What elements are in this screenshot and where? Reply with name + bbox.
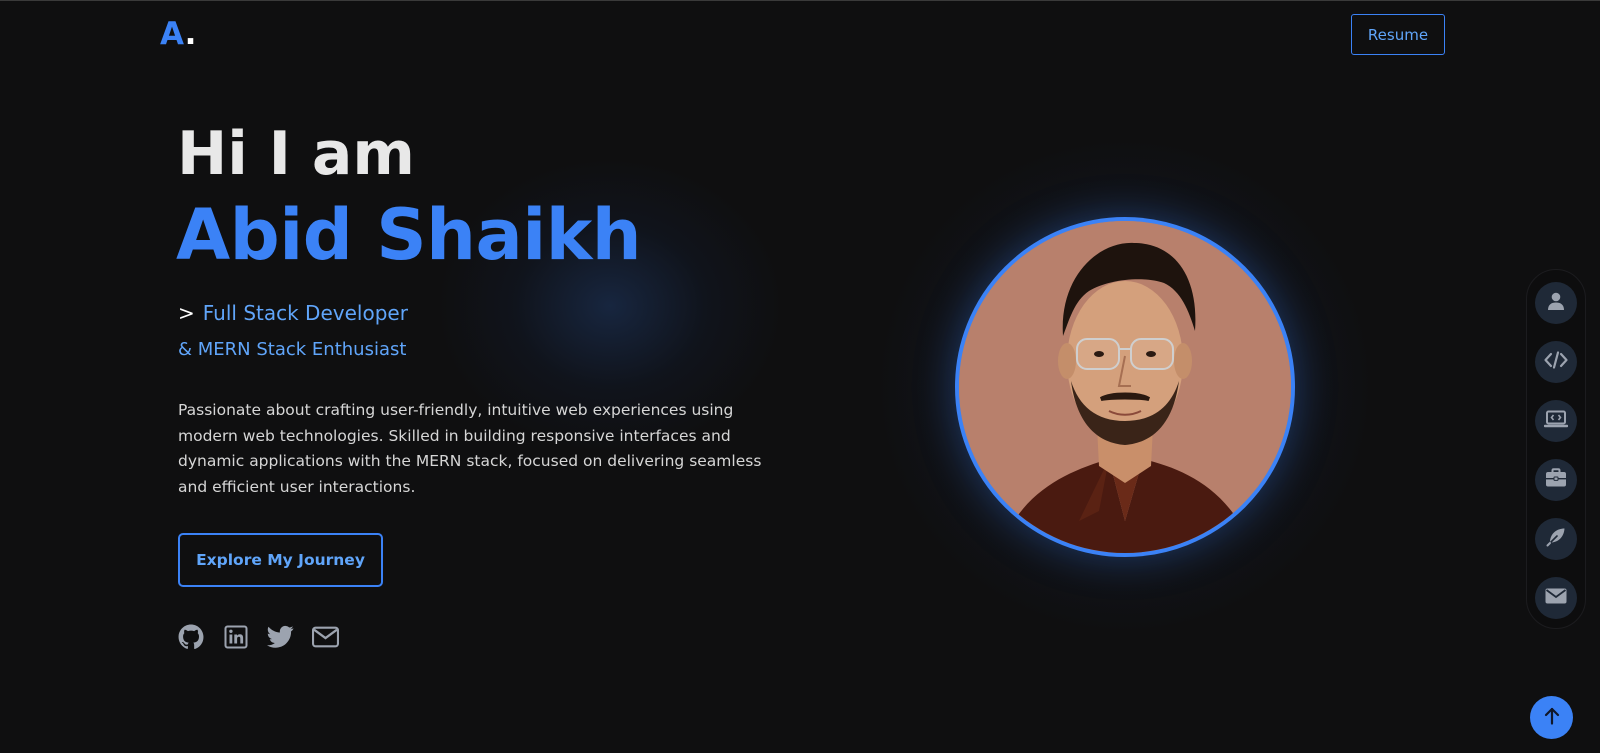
- hero-name: Abid Shaikh: [176, 194, 642, 276]
- arrow-up-icon: [1544, 707, 1560, 729]
- sidenav-about[interactable]: [1535, 282, 1577, 324]
- laptop-code-icon: [1543, 410, 1569, 432]
- sidenav-blog[interactable]: [1535, 518, 1577, 560]
- sidenav-experience[interactable]: [1535, 459, 1577, 501]
- briefcase-icon: [1545, 468, 1567, 492]
- hero-description: Passionate about crafting user-friendly,…: [178, 401, 762, 496]
- envelope-icon: [1545, 588, 1567, 608]
- feather-icon: [1546, 527, 1566, 551]
- role-primary-text: Full Stack Developer: [202, 301, 408, 325]
- hero-greeting: Hi I am: [177, 119, 415, 189]
- envelope-icon[interactable]: [312, 623, 339, 650]
- twitter-icon[interactable]: [267, 623, 294, 650]
- scroll-to-top-button[interactable]: [1530, 696, 1573, 739]
- explore-journey-button[interactable]: Explore My Journey: [178, 533, 383, 587]
- github-icon[interactable]: [177, 623, 204, 650]
- hero-role-secondary: & MERN Stack Enthusiast: [178, 339, 407, 360]
- logo-letter: A: [160, 16, 185, 52]
- role-prefix: >: [178, 301, 195, 325]
- profile-avatar: [955, 217, 1295, 557]
- page: A. Resume Hi I am Abid Shaikh > Full Stac…: [0, 0, 1600, 753]
- section-sidenav: [1526, 269, 1586, 629]
- logo-dot: .: [184, 16, 197, 52]
- sidenav-contact[interactable]: [1535, 577, 1577, 619]
- hero-role-primary: > Full Stack Developer: [178, 299, 408, 327]
- linkedin-icon[interactable]: [222, 623, 249, 650]
- social-links: [177, 623, 339, 650]
- resume-button[interactable]: Resume: [1351, 14, 1445, 55]
- user-icon: [1546, 291, 1566, 315]
- site-logo[interactable]: A.: [160, 16, 196, 52]
- code-icon: [1544, 351, 1568, 373]
- sidenav-skills[interactable]: [1535, 341, 1577, 383]
- sidenav-projects[interactable]: [1535, 400, 1577, 442]
